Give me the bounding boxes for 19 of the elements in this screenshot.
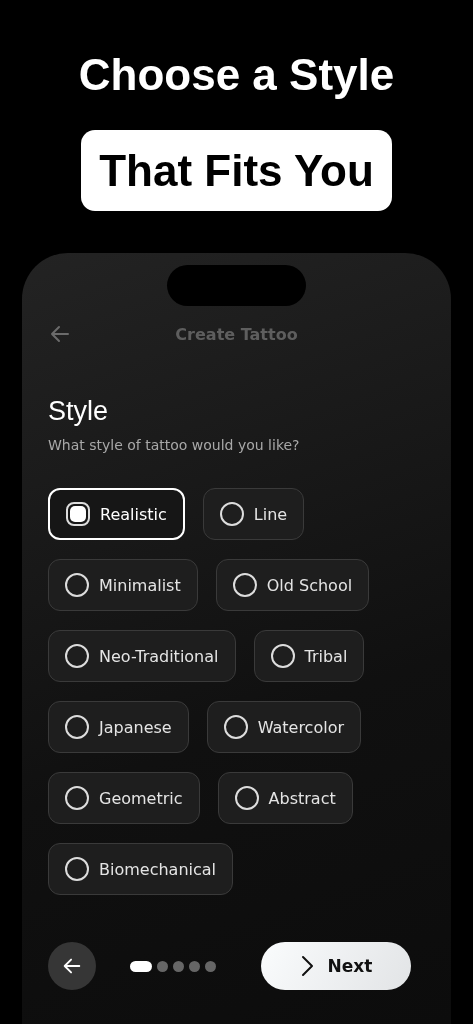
back-button[interactable] <box>48 942 96 990</box>
style-option[interactable]: Realistic <box>48 488 185 540</box>
style-option[interactable]: Tribal <box>253 630 365 682</box>
headline-highlight: That Fits You <box>81 130 392 211</box>
screen-title: Create Tattoo <box>175 324 298 344</box>
style-option[interactable]: Biomechanical <box>48 843 233 895</box>
chevron-right-icon <box>299 955 314 977</box>
headline: Choose a Style <box>78 49 395 101</box>
style-option[interactable]: Neo-Traditional <box>48 630 236 682</box>
next-button[interactable]: Next <box>261 942 411 990</box>
section-subtitle: What style of tattoo would you like? <box>48 436 301 455</box>
style-option[interactable]: Old School <box>215 559 370 611</box>
style-option[interactable]: Watercolor <box>206 701 361 753</box>
style-option[interactable]: Abstract <box>217 772 353 824</box>
style-option[interactable]: Minimalist <box>48 559 198 611</box>
style-option[interactable]: Geometric <box>48 772 200 824</box>
section-heading: Style <box>48 395 110 428</box>
style-option[interactable]: Japanese <box>48 701 189 753</box>
style-option[interactable]: Line <box>202 488 305 540</box>
